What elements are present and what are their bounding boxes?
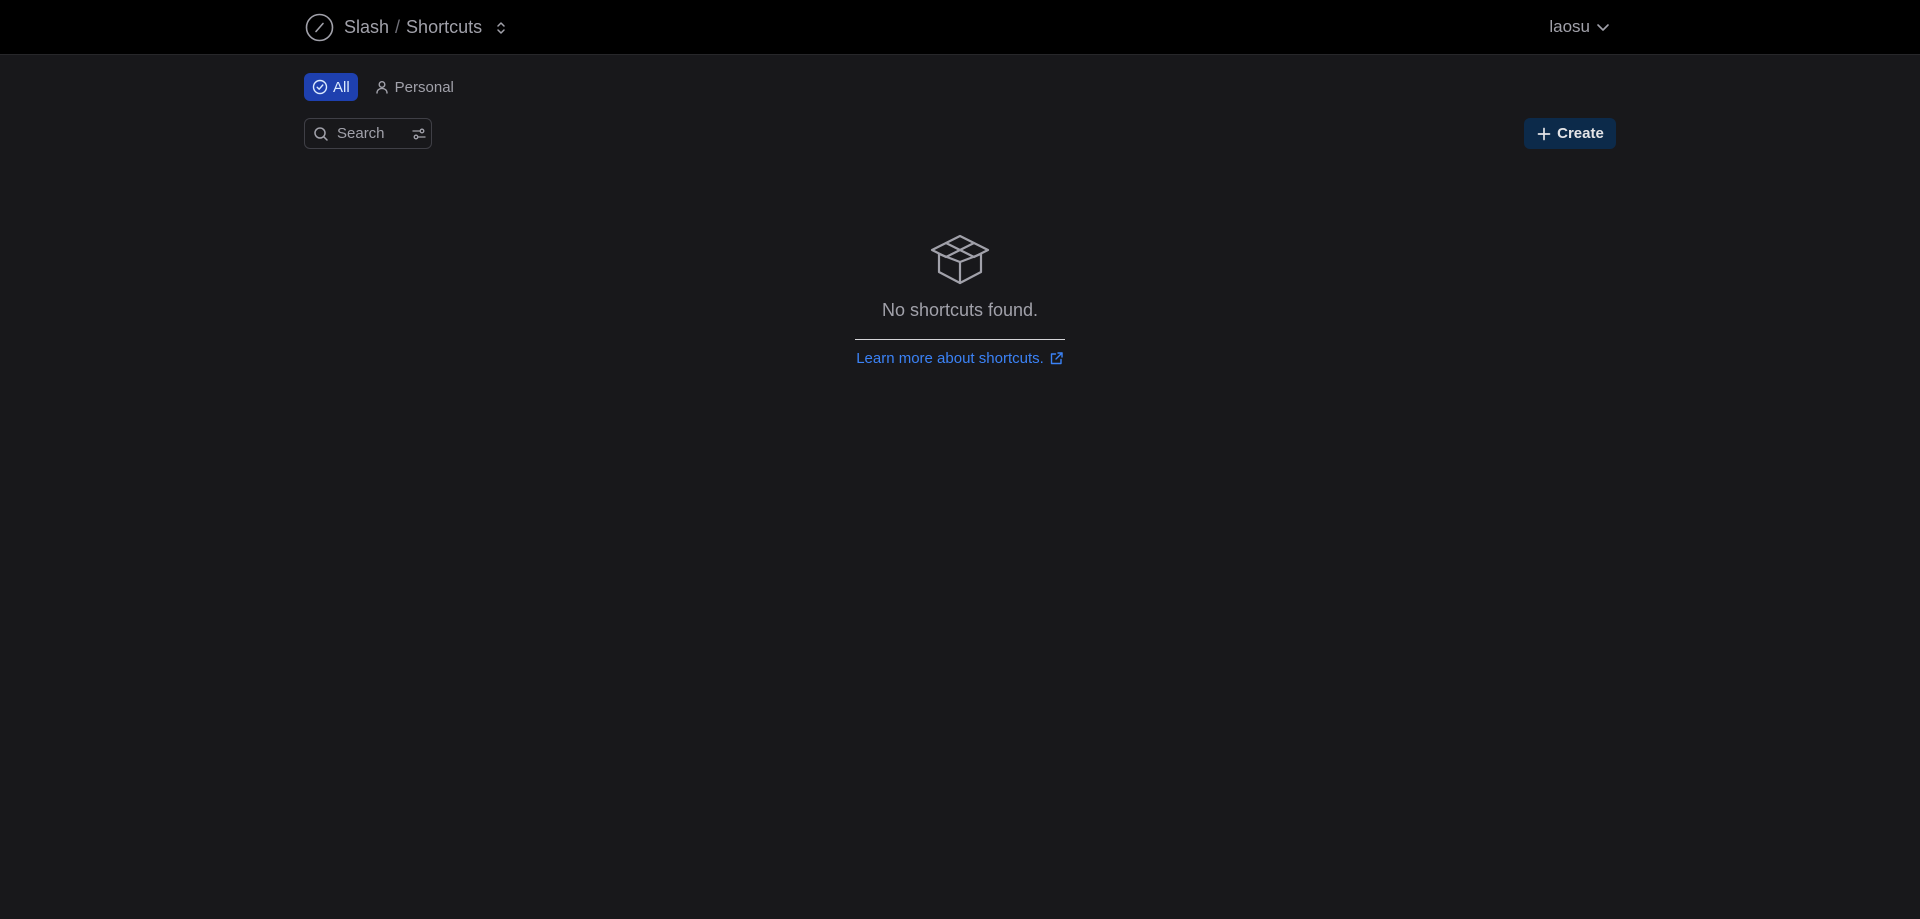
chevrons-up-down-icon xyxy=(497,21,505,34)
tab-personal-label: Personal xyxy=(394,78,454,96)
filter-settings-icon[interactable] xyxy=(411,126,427,142)
slash-circle-icon xyxy=(305,13,334,42)
user-icon xyxy=(375,81,388,94)
top-navbar: Slash / Shortcuts laosu xyxy=(0,0,1920,55)
chevron-down-icon xyxy=(1597,24,1609,31)
learn-more-label: Learn more about shortcuts. xyxy=(856,350,1044,367)
breadcrumb: Slash / Shortcuts xyxy=(344,17,482,38)
plus-icon xyxy=(1537,127,1551,140)
tab-all[interactable]: All xyxy=(304,73,358,101)
tab-personal[interactable]: Personal xyxy=(366,73,462,101)
empty-state-message: No shortcuts found. xyxy=(881,300,1039,320)
tab-all-label: All xyxy=(333,78,350,96)
create-button[interactable]: Create xyxy=(1524,118,1616,149)
page-title: Shortcuts xyxy=(406,17,483,37)
search-icon xyxy=(314,126,328,141)
learn-more-link[interactable]: Learn more about shortcuts. xyxy=(856,350,1064,367)
empty-state: No shortcuts found. Learn more about sho… xyxy=(855,230,1065,367)
divider xyxy=(855,339,1065,340)
breadcrumb-separator: / xyxy=(395,17,401,37)
workspace-switcher[interactable]: Slash / Shortcuts xyxy=(305,13,508,42)
package-box-icon xyxy=(930,234,990,285)
brand-name: Slash xyxy=(344,17,390,37)
user-name: laosu xyxy=(1549,17,1590,36)
visibility-tabs: All Personal xyxy=(304,73,462,101)
search-box[interactable] xyxy=(304,118,432,149)
search-input[interactable] xyxy=(337,125,403,142)
external-link-icon xyxy=(1050,352,1063,365)
user-menu[interactable]: laosu xyxy=(1549,16,1610,38)
create-button-label: Create xyxy=(1557,125,1604,142)
circle-check-icon xyxy=(312,79,328,95)
